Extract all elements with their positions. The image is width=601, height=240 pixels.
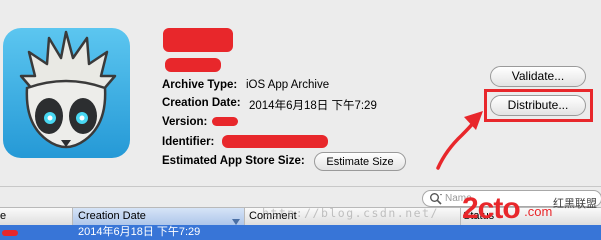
redacted-app-subtitle	[165, 58, 221, 72]
site-logo-watermark: 2cto .com	[462, 192, 552, 226]
validate-button[interactable]: Validate...	[490, 66, 586, 87]
redacted-version	[212, 117, 238, 126]
identifier-label: Identifier:	[162, 136, 215, 148]
version-label: Version:	[162, 116, 208, 128]
redacted-row-name	[2, 230, 18, 236]
estimated-size-label: Estimated App Store Size:	[162, 155, 305, 167]
creation-date-header-label: Creation Date	[78, 210, 146, 222]
logo-2cto-text: 2cto	[462, 192, 521, 225]
archive-type-value: iOS App Archive	[246, 79, 330, 91]
redacted-app-name	[163, 28, 233, 52]
table-row-selected[interactable]: 2014年6月18日 下午7:29	[0, 225, 601, 240]
redacted-identifier	[222, 135, 328, 148]
app-icon	[3, 28, 130, 158]
archive-type-label: Archive Type:	[162, 79, 238, 91]
row-creation-date: 2014年6月18日 下午7:29	[78, 226, 201, 238]
estimate-size-button[interactable]: Estimate Size	[314, 152, 406, 171]
creation-date-value: 2014年6月18日 下午7:29	[249, 100, 377, 112]
logo-domain-text: .com	[524, 204, 553, 219]
distribute-highlight-box	[484, 89, 593, 122]
column-name-header[interactable]: e	[0, 208, 73, 225]
creation-date-label: Creation Date:	[162, 97, 241, 109]
blog-url-watermark: http://blog.csdn.net/	[262, 206, 439, 220]
column-creation-date-header[interactable]: Creation Date	[73, 208, 245, 225]
logo-chinese-text: 红黑联盟	[553, 198, 597, 210]
